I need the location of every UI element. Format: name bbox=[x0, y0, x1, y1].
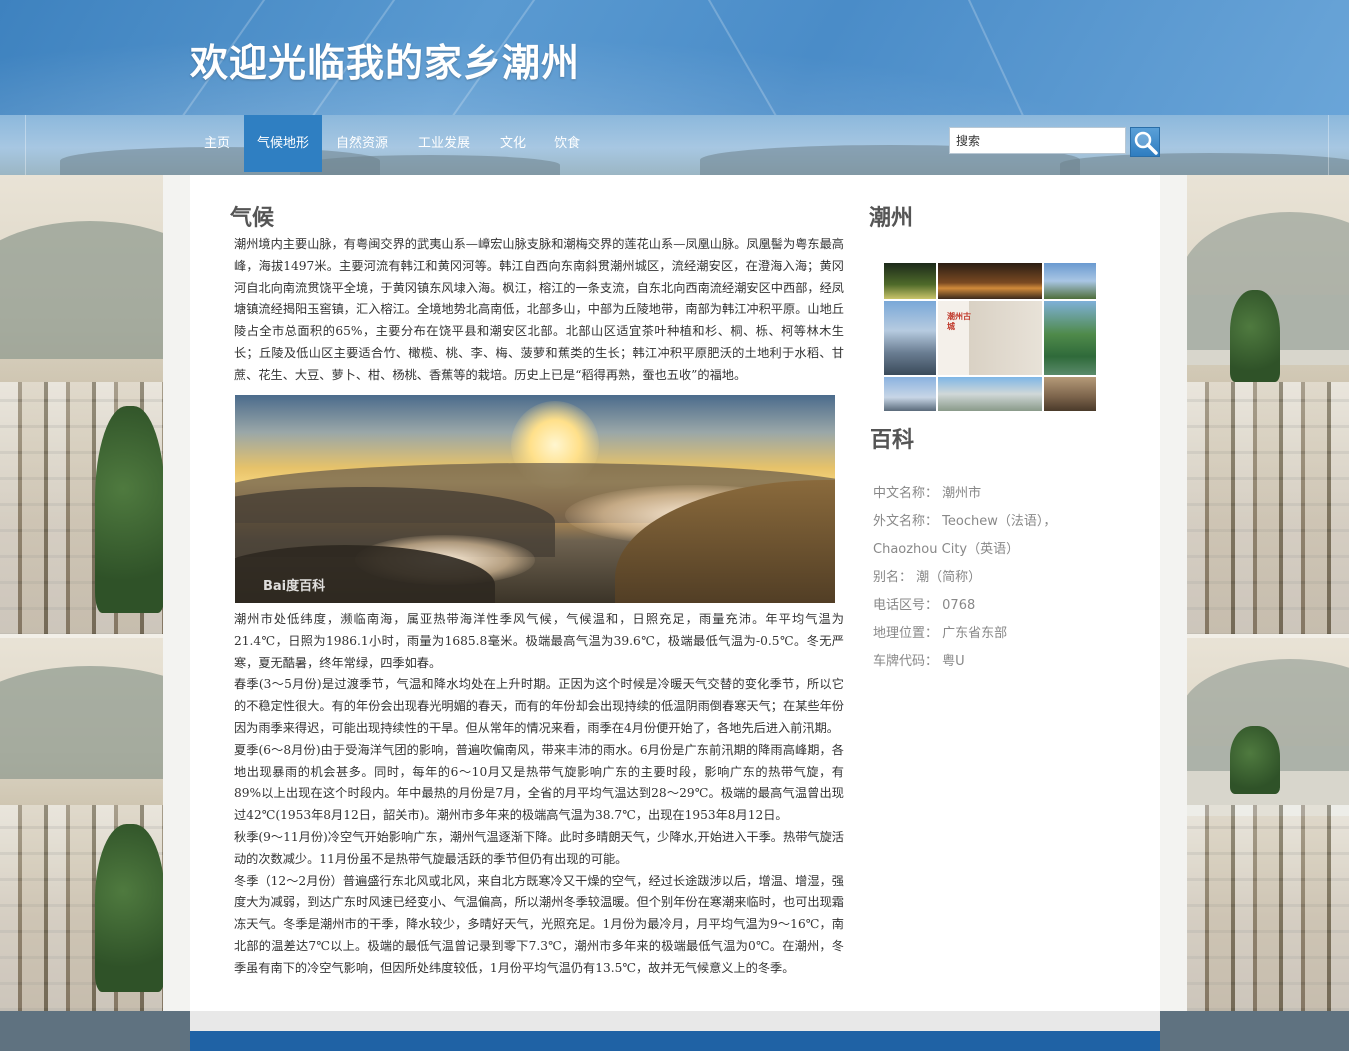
fact-area-code: 电话区号： 0768 bbox=[873, 598, 976, 613]
nav-item-food[interactable]: 饮食 bbox=[540, 115, 594, 172]
search-button[interactable] bbox=[1130, 127, 1160, 157]
fact-foreign-name: 外文名称： Teochew（法语），Chaozhou City（英语） bbox=[873, 514, 1057, 557]
nav-item-natural-resources[interactable]: 自然资源 bbox=[322, 115, 402, 172]
sunrise-photo: Bai度百科 bbox=[235, 395, 835, 603]
nav-item-industry[interactable]: 工业发展 bbox=[404, 115, 484, 172]
search-icon bbox=[1134, 131, 1158, 155]
collage-ancient-city-label: 潮州古城 bbox=[947, 312, 971, 331]
nav-item-culture[interactable]: 文化 bbox=[486, 115, 540, 172]
climate-overview-paragraph: 潮州市处低纬度，濒临南海，属亚热带海洋性季风气候，气候温和，日照充足，雨量充沛。… bbox=[234, 612, 844, 670]
chaozhou-photo-collage bbox=[883, 262, 1097, 412]
winter-paragraph: 冬季（12～2月份）普遍盛行东北风或北风，来自北方既寒冷又干燥的空气，经过长途跋… bbox=[234, 873, 844, 975]
autumn-paragraph: 秋季(9～11月份)冷空气开始影响广东，潮州气温逐渐下降。此时多晴朗天气，少降水… bbox=[234, 829, 844, 866]
baike-facts: 中文名称： 潮州市 外文名称： Teochew（法语），Chaozhou Cit… bbox=[873, 480, 1073, 676]
footer-bar bbox=[190, 1031, 1160, 1051]
fact-alias: 别名： 潮（简称） bbox=[873, 570, 982, 585]
panel-edge-right bbox=[1160, 175, 1187, 1011]
nav-item-climate-terrain[interactable]: 气候地形 bbox=[244, 115, 323, 172]
site-title: 欢迎光临我的家乡潮州 bbox=[190, 40, 581, 85]
main-nav: 主页 气候地形 自然资源 工业发展 文化 饮食 bbox=[190, 115, 594, 172]
sidebar-heading: 潮州 bbox=[869, 205, 914, 231]
search-input[interactable] bbox=[949, 127, 1126, 154]
fact-chinese-name: 中文名称： 潮州市 bbox=[873, 486, 982, 501]
photo-watermark: Bai度百科 bbox=[263, 579, 326, 594]
site-header: 欢迎光临我的家乡潮州 bbox=[0, 0, 1349, 115]
terrain-paragraph: 潮州境内主要山脉，有粤闽交界的武夷山系—嶂宏山脉支脉和潮梅交界的莲花山系—凤凰山… bbox=[234, 237, 844, 382]
baike-heading: 百科 bbox=[870, 427, 915, 453]
climate-heading: 气候 bbox=[230, 205, 275, 231]
fact-location: 地理位置： 广东省东部 bbox=[873, 626, 1008, 641]
climate-text: 潮州市处低纬度，濒临南海，属亚热带海洋性季风气候，气候温和，日照充足，雨量充沛。… bbox=[234, 609, 844, 980]
fact-plate-code: 车牌代码： 粤U bbox=[873, 654, 965, 669]
footer-strip bbox=[190, 1011, 1160, 1031]
nav-item-home[interactable]: 主页 bbox=[190, 115, 244, 172]
panel-edge-left bbox=[163, 175, 190, 1011]
spring-paragraph: 春季(3～5月份)是过渡季节，气温和降水均处在上升时期。正因为这个时候是冷暖天气… bbox=[234, 677, 844, 735]
summer-paragraph: 夏季(6～8月份)由于受海洋气团的影响，普遍吹偏南风，带来丰沛的雨水。6月份是广… bbox=[234, 742, 844, 823]
